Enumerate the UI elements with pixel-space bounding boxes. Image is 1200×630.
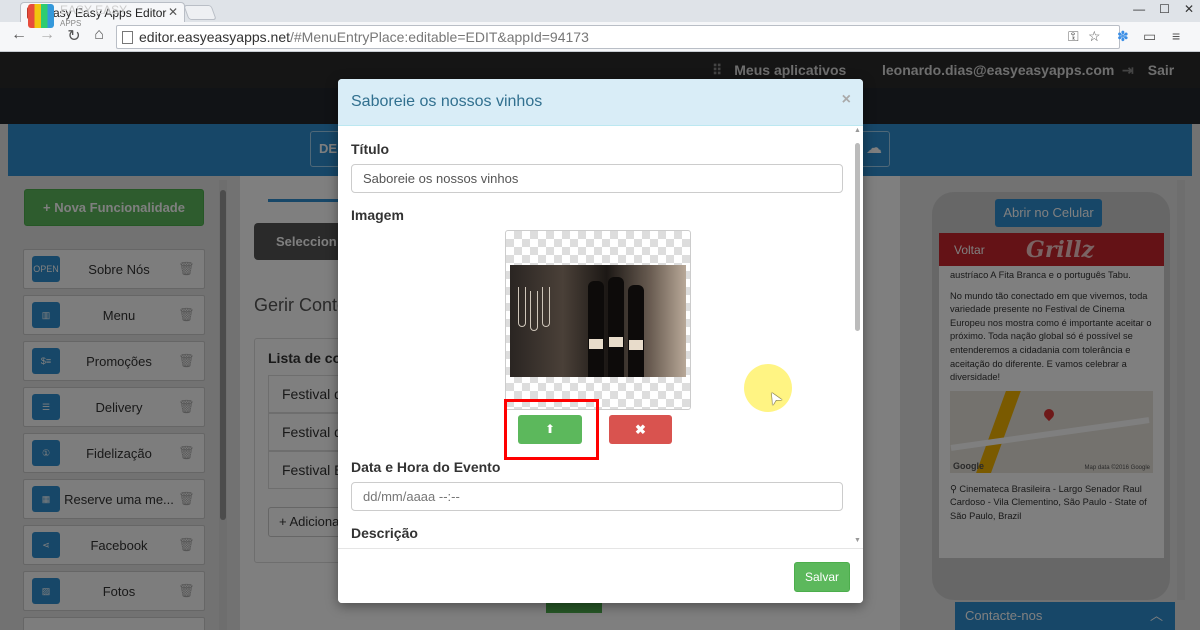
close-icon[interactable]: × — [842, 91, 851, 109]
wine-bottle — [628, 285, 644, 377]
scroll-up-icon[interactable]: ▲ — [854, 127, 861, 134]
page-icon — [122, 31, 133, 44]
description-label: Descrição — [351, 525, 418, 541]
wine-photo — [510, 265, 686, 377]
forward-icon[interactable]: → — [36, 26, 58, 44]
close-tab-icon[interactable]: ✕ — [168, 5, 178, 19]
maximize-icon[interactable]: ☐ — [1159, 2, 1170, 16]
modal-footer: Salvar — [338, 548, 863, 603]
date-time-input[interactable]: dd/mm/aaaa --:-- — [351, 482, 843, 511]
brand-title: EASY EASY — [60, 3, 128, 17]
app-logo-icon[interactable] — [28, 4, 54, 28]
wine-glass — [518, 287, 526, 327]
save-button[interactable]: Salvar — [794, 562, 850, 592]
title-label: Título — [351, 141, 390, 157]
highlight-box — [504, 399, 599, 460]
address-bar[interactable]: editor.easyeasyapps.net/#MenuEntryPlace:… — [116, 25, 1120, 49]
scroll-down-icon[interactable]: ▼ — [854, 537, 861, 544]
cast-icon[interactable]: ▭ — [1143, 28, 1156, 45]
image-preview — [505, 230, 691, 410]
minimize-icon[interactable]: — — [1133, 2, 1145, 16]
wine-bottle — [588, 281, 604, 377]
date-label: Data e Hora do Evento — [351, 459, 501, 475]
edit-item-modal: Saboreie os nossos vinhos × Título Sabor… — [338, 79, 863, 603]
wine-glass — [530, 291, 538, 331]
url-path: /#MenuEntryPlace:editable=EDIT&appId=941… — [290, 29, 589, 45]
brand-name: EASY EASY APPS — [60, 4, 127, 30]
modal-header: Saboreie os nossos vinhos × — [338, 79, 863, 126]
modal-title: Saboreie os nossos vinhos — [351, 93, 543, 110]
scrollbar-thumb[interactable] — [855, 143, 860, 331]
browser-toolbar: ← → ↻ ⌂ editor.easyeasyapps.net/#MenuEnt… — [0, 22, 1200, 52]
remove-image-button[interactable]: ✖ — [609, 415, 672, 444]
bookmark-star-icon[interactable]: ☆ — [1088, 28, 1101, 45]
close-window-icon[interactable]: ✕ — [1184, 2, 1194, 16]
image-label: Imagem — [351, 207, 404, 223]
new-tab-button[interactable] — [183, 5, 217, 20]
title-input[interactable]: Saboreie os nossos vinhos — [351, 164, 843, 193]
menu-icon[interactable]: ≡ — [1172, 28, 1180, 44]
key-icon[interactable]: ⚿ — [1068, 28, 1079, 45]
extension-icon[interactable]: ✽ — [1117, 28, 1129, 45]
wine-bottle — [608, 277, 624, 377]
url-host: editor.easyeasyapps.net — [139, 29, 290, 45]
delete-x-icon: ✖ — [635, 422, 646, 437]
brand-subtitle: APPS — [60, 19, 82, 28]
window-controls: — ☐ ✕ — [1133, 2, 1194, 16]
modal-scrollbar[interactable]: ▲ ▼ — [853, 127, 862, 547]
wine-glass — [542, 287, 550, 327]
back-icon[interactable]: ← — [8, 26, 30, 44]
